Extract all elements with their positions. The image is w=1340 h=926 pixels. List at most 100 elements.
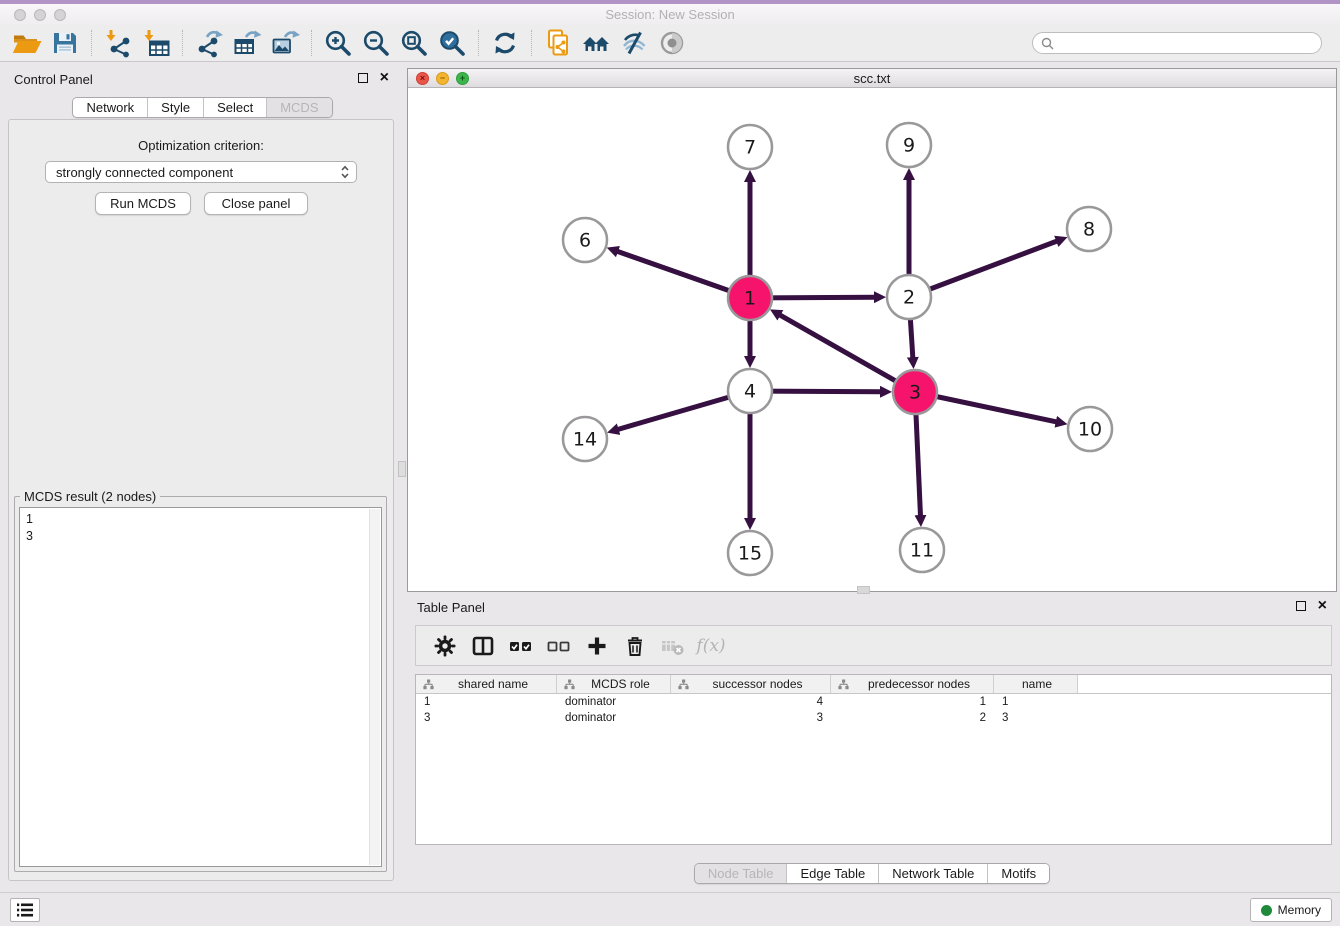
apply-layout-button[interactable] xyxy=(486,27,524,59)
open-session-button[interactable] xyxy=(8,27,46,59)
search-input[interactable] xyxy=(1059,36,1313,50)
save-session-button[interactable] xyxy=(46,27,84,59)
deselect-all-icon xyxy=(546,634,572,658)
tab-edge-table[interactable]: Edge Table xyxy=(787,864,879,883)
close-panel-button[interactable]: Close panel xyxy=(204,192,308,215)
function-builder-button[interactable]: f(x) xyxy=(694,631,728,661)
zoom-in-icon xyxy=(323,28,353,58)
result-scrollbar[interactable] xyxy=(369,509,380,865)
hide-show-button[interactable] xyxy=(615,27,653,59)
cell-mcds-role[interactable]: dominator xyxy=(557,712,671,724)
node-label-14: 14 xyxy=(573,429,597,451)
zoom-fit-button[interactable] xyxy=(395,27,433,59)
cell-name[interactable]: 3 xyxy=(994,712,1078,724)
select-all-icon xyxy=(508,634,534,658)
zoom-selected-icon xyxy=(437,28,467,58)
close-table-panel-icon[interactable]: × xyxy=(1318,600,1327,612)
column-header-name[interactable]: name xyxy=(994,675,1078,693)
import-table-icon xyxy=(141,28,171,58)
zoom-in-button[interactable] xyxy=(319,27,357,59)
memory-status-icon xyxy=(1261,905,1272,916)
deselect-all-button[interactable] xyxy=(542,631,576,661)
column-header-predecessor-nodes[interactable]: predecessor nodes xyxy=(831,675,994,693)
tab-select[interactable]: Select xyxy=(204,98,267,117)
run-mcds-button[interactable]: Run MCDS xyxy=(95,192,191,215)
vertical-splitter-grip[interactable] xyxy=(398,461,406,477)
hide-show-icon xyxy=(619,28,649,58)
create-column-button[interactable] xyxy=(580,631,614,661)
open-folder-icon xyxy=(12,28,42,58)
mcds-panel: Optimization criterion: strongly connect… xyxy=(8,119,394,881)
main-titlebar: Session: New Session xyxy=(0,4,1340,25)
table-header-row: shared nameMCDS rolesuccessor nodesprede… xyxy=(416,675,1331,694)
zoom-out-button[interactable] xyxy=(357,27,395,59)
tab-mcds[interactable]: MCDS xyxy=(267,98,331,117)
table-row[interactable]: 1dominator411 xyxy=(416,694,1331,710)
task-history-button[interactable] xyxy=(10,898,40,922)
cell-shared-name[interactable]: 1 xyxy=(416,696,557,708)
tab-motifs[interactable]: Motifs xyxy=(988,864,1049,883)
criterion-dropdown[interactable]: strongly connected component xyxy=(45,161,357,183)
cell-successor-nodes[interactable]: 3 xyxy=(671,712,831,724)
select-all-button[interactable] xyxy=(504,631,538,661)
node-label-15: 15 xyxy=(738,543,762,565)
search-field[interactable] xyxy=(1032,32,1322,54)
home-button[interactable] xyxy=(577,27,615,59)
eye-icon xyxy=(657,28,687,58)
network-window-titlebar[interactable]: × − + scc.txt xyxy=(408,69,1336,88)
cell-shared-name[interactable]: 3 xyxy=(416,712,557,724)
column-header-mcds-role[interactable]: MCDS role xyxy=(557,675,671,693)
toolbar-separator xyxy=(91,30,92,56)
import-network-button[interactable] xyxy=(99,27,137,59)
toolbar-separator xyxy=(311,30,312,56)
application-window: Session: New Session xyxy=(0,0,1340,926)
mcds-result-area[interactable]: 1 3 xyxy=(19,507,382,867)
save-icon xyxy=(50,28,80,58)
hierarchy-icon xyxy=(838,679,849,690)
cell-predecessor-nodes[interactable]: 1 xyxy=(831,696,994,708)
chevron-updown-icon xyxy=(340,165,350,179)
import-table-button[interactable] xyxy=(137,27,175,59)
show-column-panel-button[interactable] xyxy=(466,631,500,661)
table-options-button[interactable] xyxy=(428,631,462,661)
cell-predecessor-nodes[interactable]: 2 xyxy=(831,712,994,724)
tab-network-table[interactable]: Network Table xyxy=(879,864,988,883)
edge-2-8[interactable] xyxy=(909,241,1057,297)
cell-mcds-role[interactable]: dominator xyxy=(557,696,671,708)
window-title: Session: New Session xyxy=(0,7,1340,22)
table-row[interactable]: 3dominator323 xyxy=(416,710,1331,726)
float-table-panel-icon[interactable] xyxy=(1296,601,1306,611)
node-table[interactable]: shared nameMCDS rolesuccessor nodesprede… xyxy=(415,674,1332,845)
delete-table-button[interactable] xyxy=(656,631,690,661)
delete-column-button[interactable] xyxy=(618,631,652,661)
hierarchy-icon xyxy=(423,679,434,690)
cell-successor-nodes[interactable]: 4 xyxy=(671,696,831,708)
close-panel-icon[interactable]: × xyxy=(380,72,389,84)
export-table-button[interactable] xyxy=(228,27,266,59)
node-label-11: 11 xyxy=(910,540,934,562)
show-graphics-button[interactable] xyxy=(653,27,691,59)
export-image-icon xyxy=(270,28,300,58)
duplicate-network-button[interactable] xyxy=(539,27,577,59)
horizontal-splitter-grip[interactable] xyxy=(857,586,870,594)
network-canvas[interactable]: 7968124314101511 xyxy=(408,88,1336,591)
export-image-button[interactable] xyxy=(266,27,304,59)
mcds-result-text: 1 3 xyxy=(20,508,381,548)
zoom-selected-button[interactable] xyxy=(433,27,471,59)
network-file-icon xyxy=(543,28,573,58)
cell-name[interactable]: 1 xyxy=(994,696,1078,708)
node-label-4: 4 xyxy=(744,381,756,403)
tab-node-table[interactable]: Node Table xyxy=(695,864,788,883)
column-header-successor-nodes[interactable]: successor nodes xyxy=(671,675,831,693)
export-network-button[interactable] xyxy=(190,27,228,59)
memory-button[interactable]: Memory xyxy=(1250,898,1332,922)
column-header-shared-name[interactable]: shared name xyxy=(416,675,557,693)
edge-3-1[interactable] xyxy=(780,315,915,392)
node-label-2: 2 xyxy=(903,287,915,309)
tab-style[interactable]: Style xyxy=(148,98,204,117)
network-view-title: scc.txt xyxy=(408,71,1336,86)
float-panel-icon[interactable] xyxy=(358,73,368,83)
tab-network[interactable]: Network xyxy=(73,98,148,117)
node-label-6: 6 xyxy=(579,230,591,252)
table-body: 1dominator4113dominator323 xyxy=(416,694,1331,726)
